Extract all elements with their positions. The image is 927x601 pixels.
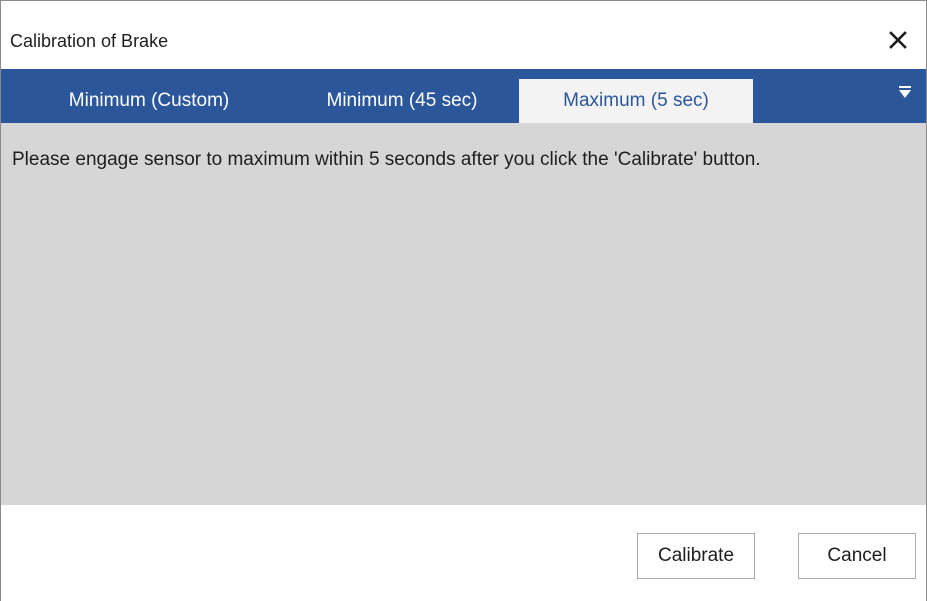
dropdown-triangle-icon[interactable] (898, 86, 912, 100)
tab-minimum-45-sec[interactable]: Minimum (45 sec) (297, 79, 507, 123)
dialog-footer: Calibrate Cancel (1, 505, 926, 601)
close-button[interactable] (882, 23, 914, 57)
tab-label: Minimum (45 sec) (326, 90, 478, 111)
tab-maximum-5-sec[interactable]: Maximum (5 sec) (519, 79, 753, 123)
cancel-button[interactable]: Cancel (798, 533, 916, 579)
calibrate-button[interactable]: Calibrate (637, 533, 755, 579)
title-bar: Calibration of Brake (1, 1, 926, 69)
tab-strip: Minimum (Custom) Minimum (45 sec) Maximu… (1, 69, 926, 123)
tab-label: Minimum (Custom) (68, 90, 230, 111)
tab-content-panel: Please engage sensor to maximum within 5… (1, 123, 926, 505)
instruction-message: Please engage sensor to maximum within 5… (12, 149, 761, 170)
tab-label: Maximum (5 sec) (563, 90, 709, 111)
close-icon (889, 31, 907, 49)
dialog-title: Calibration of Brake (10, 31, 169, 51)
calibration-dialog: Calibration of Brake Minimum (Custom) Mi… (0, 0, 927, 601)
tab-minimum-custom[interactable]: Minimum (Custom) (39, 79, 259, 123)
